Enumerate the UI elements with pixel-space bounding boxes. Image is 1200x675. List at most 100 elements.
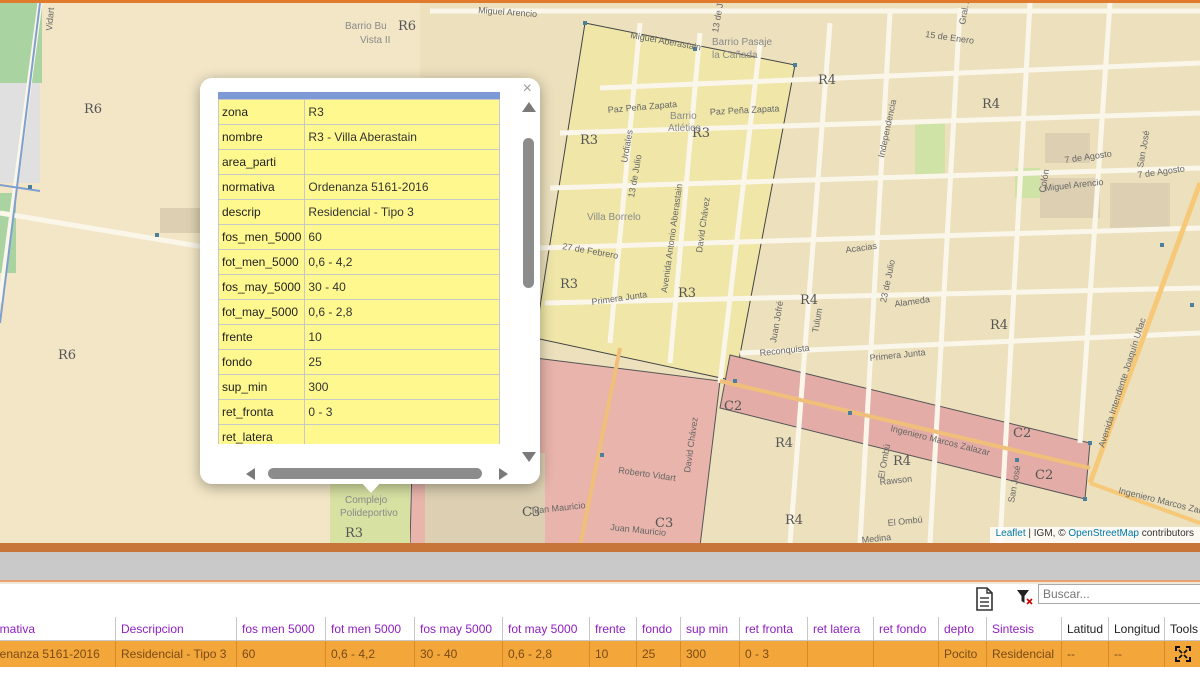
attribute-value: Ordenanza 5161-2016 <box>304 174 500 200</box>
attribute-value <box>304 149 500 175</box>
attribute-row: sup_min 300 <box>218 374 500 400</box>
attribute-key: fos_may_5000 <box>218 274 306 300</box>
zone-label: R4 <box>990 318 1008 333</box>
attribute-row: fot_men_5000 0,6 - 4,2 <box>218 249 500 275</box>
column-header[interactable]: fos may 5000 <box>415 617 503 641</box>
attribute-value: 10 <box>304 324 500 350</box>
column-header[interactable]: ormativa <box>0 617 116 641</box>
zone-label: R6 <box>398 19 416 34</box>
column-header[interactable]: depto <box>939 617 987 641</box>
attribute-value: 300 <box>304 374 500 400</box>
zone-label: R4 <box>775 436 793 451</box>
attribute-value: 0,6 - 2,8 <box>304 299 500 325</box>
popup-close-button[interactable]: × <box>523 81 532 97</box>
column-header[interactable]: fot men 5000 <box>326 617 415 641</box>
table-row[interactable]: rdenanza 5161-2016 Residencial - Tipo 3 … <box>0 641 1200 667</box>
scroll-right-arrow-icon[interactable] <box>499 468 508 480</box>
map-view[interactable]: R6 R6 R6 R3 R3 R3 R3 R4 R4 R4 R4 R4 R4 R… <box>0 0 1200 543</box>
scroll-up-arrow-icon[interactable] <box>522 102 536 112</box>
panel-toolbar-band <box>0 552 1200 582</box>
clear-filter-icon[interactable] <box>1016 588 1034 606</box>
attribute-key: area_parti <box>218 149 306 175</box>
attribution-text: | IGM, © <box>1025 528 1069 539</box>
attribute-table: zona R3 nombre R3 - Villa Aberastain area_… <box>218 99 500 444</box>
attribute-value <box>304 424 500 444</box>
export-document-icon[interactable] <box>974 587 994 611</box>
grid-cell: -- <box>1109 641 1165 667</box>
zone-label: R6 <box>58 348 76 363</box>
osm-link[interactable]: OpenStreetMap <box>1068 528 1139 539</box>
attribute-row: frente 10 <box>218 324 500 350</box>
scroll-thumb[interactable] <box>523 138 534 288</box>
zone-label: R4 <box>818 73 836 88</box>
column-header[interactable]: Tools <box>1165 617 1200 641</box>
hood-label: Barrio Bu <box>345 21 387 32</box>
attribute-row: fondo 25 <box>218 349 500 375</box>
attribute-key: nombre <box>218 124 306 150</box>
column-header[interactable]: sup min <box>681 617 740 641</box>
grid-cell: 30 - 40 <box>415 641 503 667</box>
popup-table-header <box>218 92 500 99</box>
hood-label: Barrio <box>670 111 697 122</box>
column-header[interactable]: Latitud <box>1062 617 1109 641</box>
attribute-key: frente <box>218 324 306 350</box>
green-space <box>915 123 945 178</box>
attribute-value: 60 <box>304 224 500 250</box>
grid-cell: 25 <box>637 641 681 667</box>
popup-horizontal-scrollbar[interactable] <box>246 467 508 481</box>
attribute-value: 25 <box>304 349 500 375</box>
column-header[interactable]: ret fronta <box>740 617 808 641</box>
attribute-key: descrip <box>218 199 306 225</box>
popup-content: zona R3 nombre R3 - Villa Aberastain area_… <box>218 92 536 526</box>
attribute-key: sup_min <box>218 374 306 400</box>
column-header[interactable]: fondo <box>637 617 681 641</box>
attribute-key: ret_latera <box>218 424 306 444</box>
column-header[interactable]: ret latera <box>808 617 874 641</box>
grid-header-row: ormativa Descripcion fos men 5000 fot me… <box>0 617 1200 641</box>
zone-label: R6 <box>84 102 102 117</box>
column-header[interactable]: fot may 5000 <box>503 617 590 641</box>
attribute-value: 0,6 - 4,2 <box>304 249 500 275</box>
attribute-row: fos_men_5000 60 <box>218 224 500 250</box>
attribute-value: 30 - 40 <box>304 274 500 300</box>
map-canvas[interactable]: R6 R6 R6 R3 R3 R3 R3 R4 R4 R4 R4 R4 R4 R… <box>0 3 1200 543</box>
zone-label: R3 <box>560 277 578 292</box>
search-input[interactable] <box>1038 584 1200 604</box>
panel-resize-handle[interactable] <box>0 543 1200 552</box>
column-header[interactable]: Descripcion <box>116 617 237 641</box>
attribute-row: area_parti <box>218 149 500 175</box>
attribute-key: normativa <box>218 174 306 200</box>
scroll-down-arrow-icon[interactable] <box>522 452 536 462</box>
zone-label: R4 <box>800 293 818 308</box>
column-header[interactable]: fos men 5000 <box>237 617 326 641</box>
column-header[interactable]: frente <box>590 617 637 641</box>
scroll-thumb[interactable] <box>268 468 482 479</box>
zoom-to-feature-icon[interactable] <box>1174 646 1191 662</box>
street-label: Vidart <box>44 7 56 32</box>
attribute-row: normativa Ordenanza 5161-2016 <box>218 174 500 200</box>
zone-label: R4 <box>982 97 1000 112</box>
column-header[interactable]: Sintesis <box>987 617 1062 641</box>
attribute-value: R3 <box>304 99 500 125</box>
attribute-row: fos_may_5000 30 - 40 <box>218 274 500 300</box>
zone-label: R3 <box>345 526 363 541</box>
zone-label: C2 <box>724 399 742 414</box>
popup-tip <box>360 481 382 493</box>
popup-vertical-scrollbar[interactable] <box>520 102 538 462</box>
grid-cell <box>874 641 939 667</box>
column-header[interactable]: ret fondo <box>874 617 939 641</box>
attribute-key: fot_may_5000 <box>218 299 306 325</box>
column-header[interactable]: Longitud <box>1109 617 1165 641</box>
grid-cell <box>808 641 874 667</box>
leaflet-link[interactable]: Leaflet <box>996 528 1026 539</box>
scroll-left-arrow-icon[interactable] <box>246 468 255 480</box>
attribute-value: 0 - 3 <box>304 399 500 425</box>
attribute-row: zona R3 <box>218 99 500 125</box>
hood-label: Villa Borrelo <box>587 212 641 223</box>
map-attribution: Leaflet | IGM, © OpenStreetMap contribut… <box>989 527 1200 543</box>
attribute-key: fos_men_5000 <box>218 224 306 250</box>
popup-scroll-area[interactable]: zona R3 nombre R3 - Villa Aberastain area_… <box>218 92 500 444</box>
attribute-key: fot_men_5000 <box>218 249 306 275</box>
hood-label: Vista II <box>360 35 390 46</box>
attribute-key: fondo <box>218 349 306 375</box>
